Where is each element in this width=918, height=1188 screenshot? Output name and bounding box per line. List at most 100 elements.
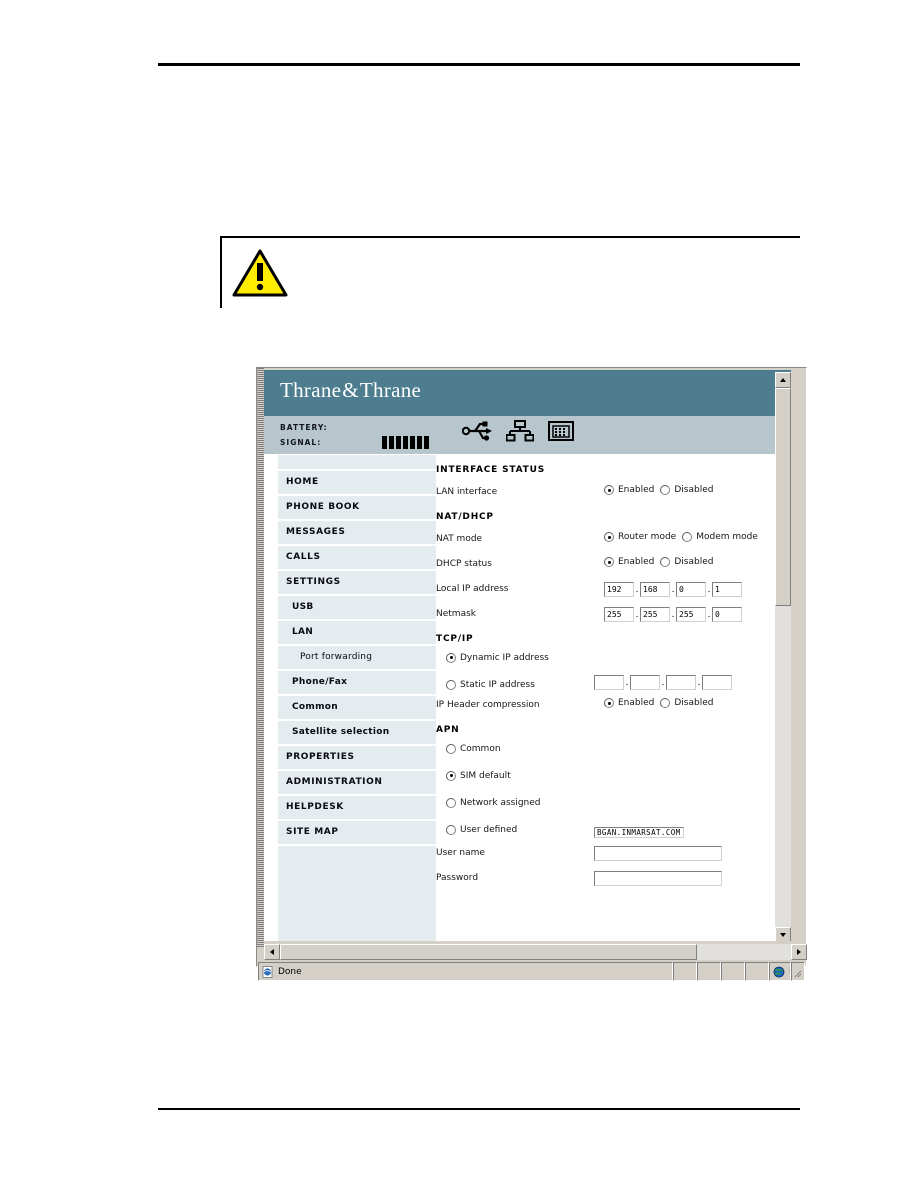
radio-dot-icon (446, 743, 456, 754)
local-ip-octet-2[interactable]: 168 (640, 582, 670, 597)
nat-mode-router-radio[interactable]: Router mode (604, 532, 676, 542)
lan-interface-disabled-radio[interactable]: Disabled (660, 485, 713, 495)
row-static-ip: Static IP address . . . (436, 671, 781, 698)
sidebar-item-messages[interactable]: MESSAGES (278, 521, 436, 546)
radio-dot-icon (446, 824, 456, 835)
sidebar-item-phone-fax[interactable]: Phone/Fax (278, 671, 436, 696)
sidebar-item-usb[interactable]: USB (278, 596, 436, 621)
sidebar-item-common[interactable]: Common (278, 696, 436, 721)
sidebar-item-phone-book[interactable]: PHONE BOOK (278, 496, 436, 521)
static-ip-octet-1[interactable] (594, 675, 624, 690)
radio-dot-icon (660, 698, 671, 708)
lan-interface-enabled-label: Enabled (618, 485, 655, 495)
page-vertical-scrollbar[interactable] (775, 372, 791, 941)
row-nat-mode: NAT mode Router mode Modem mode (436, 532, 781, 557)
radio-dot-icon (604, 557, 614, 567)
apn-network-assigned-radio[interactable]: Network assigned (446, 797, 541, 808)
status-bar-slot-3 (721, 962, 745, 981)
nat-mode-modem-radio[interactable]: Modem mode (682, 532, 758, 542)
dhcp-status-disabled-label: Disabled (674, 557, 714, 567)
window-resize-grip[interactable] (791, 962, 805, 981)
sidebar-item-settings[interactable]: SETTINGS (278, 571, 436, 596)
ip-separator: . (671, 584, 675, 595)
dhcp-status-enabled-radio[interactable]: Enabled (604, 557, 654, 567)
apn-user-defined-input[interactable]: BGAN.INMARSAT.COM (594, 827, 684, 838)
netmask-label: Netmask (436, 609, 476, 619)
page-horizontal-scrollbar[interactable] (264, 944, 807, 960)
dhcp-status-disabled-radio[interactable]: Disabled (660, 557, 713, 567)
dhcp-status-label: DHCP status (436, 559, 492, 569)
sidebar-top-spacer (278, 455, 436, 471)
sidebar-item-satellite-selection[interactable]: Satellite selection (278, 721, 436, 746)
local-ip-octet-1[interactable]: 192 (604, 582, 634, 597)
ip-separator: . (707, 609, 711, 620)
row-dynamic-ip: Dynamic IP address (436, 644, 781, 671)
radio-dot-icon (446, 797, 456, 808)
scroll-left-arrow-icon (270, 949, 274, 955)
user-name-label: User name (436, 848, 485, 858)
brand-first: Thrane (280, 378, 342, 402)
netmask-octet-3[interactable]: 255 (676, 607, 706, 622)
web-page-viewport: Thrane&Thrane BATTERY: SIGNAL: HOME PHON… (264, 370, 791, 941)
signal-bar (424, 436, 429, 449)
sidebar-item-site-map[interactable]: SITE MAP (278, 821, 436, 846)
user-name-input[interactable] (594, 846, 722, 861)
browser-status-bar: Done Internet (258, 962, 805, 981)
scroll-left-button[interactable] (264, 944, 280, 960)
radio-dot-icon (660, 485, 671, 495)
netmask-octet-1[interactable]: 255 (604, 607, 634, 622)
signal-bar (403, 436, 408, 449)
sidebar-item-properties[interactable]: PROPERTIES (278, 746, 436, 771)
static-ip-octet-4[interactable] (702, 675, 732, 690)
static-ip-octet-2[interactable] (630, 675, 660, 690)
browser-window: Thrane&Thrane BATTERY: SIGNAL: HOME PHON… (256, 367, 807, 981)
dhcp-status-radio-group: Enabled Disabled (604, 557, 713, 567)
ip-separator: . (635, 584, 639, 595)
warning-callout-left-rule (220, 236, 222, 308)
netmask-octet-4[interactable]: 0 (712, 607, 742, 622)
lan-interface-enabled-radio[interactable]: Enabled (604, 485, 654, 495)
scroll-right-button[interactable] (791, 944, 807, 960)
sidebar-item-calls[interactable]: CALLS (278, 546, 436, 571)
signal-label: SIGNAL: (280, 438, 322, 447)
row-password: Password (436, 871, 781, 896)
horizontal-scroll-thumb[interactable] (280, 944, 697, 960)
row-apn-network-assigned: Network assigned (436, 789, 781, 816)
phone-fax-icon[interactable] (548, 420, 574, 442)
netmask-octet-2[interactable]: 255 (640, 607, 670, 622)
local-ip-octet-3[interactable]: 0 (676, 582, 706, 597)
browser-left-gutter (257, 368, 264, 948)
sidebar-item-administration[interactable]: ADMINISTRATION (278, 771, 436, 796)
apn-sim-default-radio[interactable]: SIM default (446, 770, 511, 781)
password-input[interactable] (594, 871, 722, 886)
vertical-scroll-thumb[interactable] (775, 388, 791, 606)
warning-triangle-icon (232, 249, 288, 297)
scroll-up-button[interactable] (775, 372, 791, 388)
ip-header-compression-label: IP Header compression (436, 700, 540, 710)
sidebar-item-helpdesk[interactable]: HELPDESK (278, 796, 436, 821)
sidebar-item-home[interactable]: HOME (278, 471, 436, 496)
usb-icon[interactable] (462, 420, 492, 442)
ip-header-compression-enabled-radio[interactable]: Enabled (604, 698, 654, 708)
sidebar-item-port-forwarding[interactable]: Port forwarding (278, 646, 436, 671)
static-ip-radio[interactable]: Static IP address (446, 679, 535, 690)
lan-network-icon[interactable] (506, 420, 534, 442)
dynamic-ip-label: Dynamic IP address (460, 652, 549, 663)
nat-mode-modem-label: Modem mode (696, 532, 758, 542)
sidebar-item-lan[interactable]: LAN (278, 621, 436, 646)
apn-user-defined-radio[interactable]: User defined (446, 824, 517, 835)
status-bar-slot-4 (745, 962, 769, 981)
scroll-down-button[interactable] (775, 927, 791, 941)
apn-common-radio[interactable]: Common (446, 743, 501, 754)
page-header-rule (158, 63, 800, 66)
ip-header-compression-disabled-radio[interactable]: Disabled (660, 698, 713, 708)
radio-dot-icon (446, 770, 456, 781)
static-ip-octet-3[interactable] (666, 675, 696, 690)
netmask-group: 255 . 255 . 255 . 0 (604, 607, 742, 622)
nat-mode-radio-group: Router mode Modem mode (604, 532, 758, 542)
dynamic-ip-radio[interactable]: Dynamic IP address (446, 652, 549, 663)
status-bar-zone-cell[interactable]: Internet (769, 962, 791, 981)
row-apn-sim-default: SIM default (436, 762, 781, 789)
apn-sim-default-label: SIM default (460, 770, 511, 781)
local-ip-octet-4[interactable]: 1 (712, 582, 742, 597)
